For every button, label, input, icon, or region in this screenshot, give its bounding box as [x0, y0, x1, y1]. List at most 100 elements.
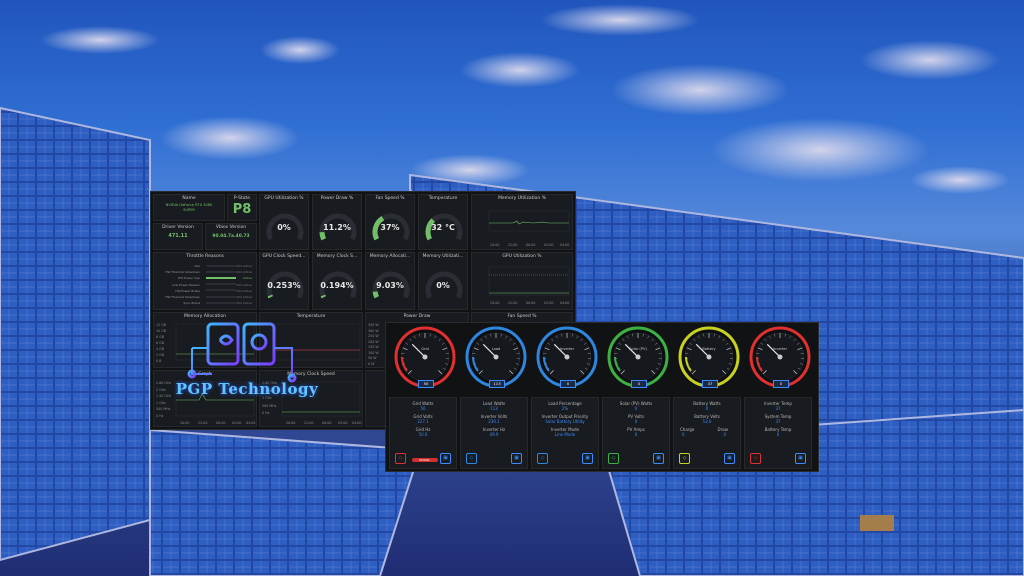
panel-title: Name: [182, 196, 196, 201]
gauge-label: Load: [491, 347, 501, 351]
gauge-label: Grid: [421, 347, 429, 351]
status-icon[interactable]: ◇: [608, 453, 619, 464]
pgp-logo-text: PGP Technology: [175, 380, 319, 398]
settings-icon[interactable]: ▣: [440, 453, 451, 464]
throttle-name: HW Power Cap: [177, 276, 200, 281]
settings-icon[interactable]: ▣: [724, 453, 735, 464]
inverter-card: Load Watts 113 Inverter Volts 230.1 Inverter…: [460, 397, 528, 469]
card-value: 0: [634, 432, 638, 437]
x-tick: 02:00: [544, 243, 554, 247]
inverter-card: Battery Watts 0 Battery Volts 53.0 Charge 0 Dr…: [673, 397, 741, 469]
settings-icon[interactable]: ▣: [653, 453, 664, 464]
standby-badge: STAND..: [412, 458, 438, 462]
gauge-value: 0: [631, 380, 647, 388]
throttle-bar: [206, 301, 236, 304]
x-tick: 04:00: [560, 301, 570, 305]
y-tick: 150 W: [368, 345, 379, 349]
settings-icon[interactable]: ▣: [582, 453, 593, 464]
pgp-logo-graphic: [187, 322, 297, 383]
panel-title: Power Draw: [403, 314, 431, 319]
gpu-utilization-chart: GPU Utilization % 20:00 22:00 00:00 02:0…: [471, 252, 573, 310]
throttle-bar: [206, 289, 236, 292]
gauge-label: Battery: [702, 347, 716, 351]
x-tick: 22:00: [508, 243, 518, 247]
vbios-value: 90.04.7a.40.73: [212, 234, 250, 239]
panel-title: Memory Allocati...: [369, 254, 411, 259]
status-icon[interactable]: ◇: [395, 453, 406, 464]
card-value: 0: [634, 419, 638, 424]
status-icon[interactable]: ◇: [466, 453, 477, 464]
gauge-value: 37%: [380, 223, 400, 232]
gpu-name-value: NVIDIA GeForce RTX 3080 SUPER: [165, 203, 213, 212]
throttle-bar: [206, 270, 236, 273]
gauge-value: 47: [702, 380, 718, 388]
gauge-label: Solar (PV): [629, 347, 647, 351]
throttle-status: Not Active: [236, 288, 253, 293]
pstate-panel: P-State P8: [227, 194, 257, 221]
throttle-row: HW Thermal Slowdown Not Active: [158, 295, 252, 299]
gauge-label: Inverter: [559, 347, 575, 351]
throttle-row: Sync Boost Not Active: [158, 301, 252, 305]
x-tick: 04:00: [560, 243, 570, 247]
inverter-gauge: Solar (PV) 0: [605, 325, 671, 395]
panel-title: GPU Utilization %: [502, 254, 542, 259]
settings-icon[interactable]: ▣: [795, 453, 806, 464]
card-value: 113: [490, 406, 498, 411]
y-tick: 350 W: [368, 323, 379, 327]
gauge-panel: Memory Utilizati... 0%: [418, 252, 468, 310]
gauge-label: Inverter: [772, 347, 788, 351]
panel-title: Throttle Reasons: [186, 254, 224, 259]
gauge-value: 0.194%: [320, 281, 354, 290]
card-value: 0: [682, 432, 685, 437]
status-icon[interactable]: ◇: [750, 453, 761, 464]
status-icon[interactable]: ◇: [537, 453, 548, 464]
memory-utilization-chart: Memory Utilization % 20:00 22:00 00:00 0…: [471, 194, 573, 250]
x-tick: 02:00: [544, 301, 554, 305]
throttle-bar: [206, 283, 236, 286]
card-value: 2%: [561, 406, 569, 411]
y-tick: 0 W: [368, 361, 375, 366]
card-value: 37: [775, 419, 781, 424]
gauge-panel: Memory Clock S... 0.194%: [312, 252, 362, 310]
throttle-name: HW Thermal Slowdown: [165, 270, 200, 275]
x-tick: 00:00: [322, 421, 332, 425]
throttle-name: HW Power Brake: [175, 288, 200, 293]
panel-title: Memory Utilization %: [498, 196, 546, 201]
gauge-value: 32 °C: [431, 223, 455, 232]
gauge-panel: GPU Utilization % 0%: [259, 194, 309, 250]
card-value: Solar Battery Utility: [545, 419, 585, 424]
inverter-card: Grid Watts 50 Grid Volts 227.1 Grid Hz 50.0 ◇ S…: [389, 397, 457, 469]
throttle-row: Idle Not Active: [158, 264, 252, 268]
throttle-name: Idle: [194, 264, 200, 268]
card-value: 230.1: [488, 419, 500, 424]
throttle-row: Low Power Reason Not Active: [158, 282, 252, 287]
gauge-value: 0.253%: [267, 281, 301, 290]
gauge-panel: Temperature 32 °C: [418, 194, 468, 250]
panel-title: GPU Clock Speed...: [262, 254, 306, 259]
throttle-name: HW Thermal Slowdown: [165, 295, 200, 299]
panel-title: Temperature: [428, 196, 458, 201]
panel-title: Memory Utilizati...: [422, 254, 464, 259]
y-tick: 250 W: [368, 334, 379, 338]
inverter-gauge: Load 113: [463, 325, 529, 395]
throttle-row: HW Power Cap Active: [158, 276, 252, 281]
throttle-row: HW Power Brake Not Active: [158, 288, 253, 293]
inverter-dashboard: Grid 50 Load 113 Inverter 0 Solar (PV) 0 Battery…: [385, 322, 819, 472]
card-value: 0: [634, 406, 638, 411]
throttle-status: Not Active: [236, 270, 253, 275]
y-tick: 50 W: [368, 356, 377, 360]
driver-value: 471.11: [168, 233, 188, 239]
x-tick: 04:00: [352, 421, 362, 425]
inverter-card: Solar (PV) Watts 0 PV Volts 0 PV Amps 0 ◇ ▣: [602, 397, 670, 469]
card-value: 49.9: [489, 432, 499, 437]
status-icon[interactable]: ◇: [679, 453, 690, 464]
gauge-panel: Memory Allocati... 9.03%: [365, 252, 415, 310]
x-tick: 00:00: [526, 301, 536, 305]
panel-title: GPU Utilization %: [264, 196, 304, 201]
card-value: 50.0: [418, 432, 428, 437]
throttle-name: Low Power Reason: [172, 282, 200, 287]
gauge-value: 0%: [277, 223, 291, 232]
gauge-value: 11.2%: [323, 223, 351, 232]
settings-icon[interactable]: ▣: [511, 453, 522, 464]
inverter-gauge: Battery 47: [676, 325, 742, 395]
